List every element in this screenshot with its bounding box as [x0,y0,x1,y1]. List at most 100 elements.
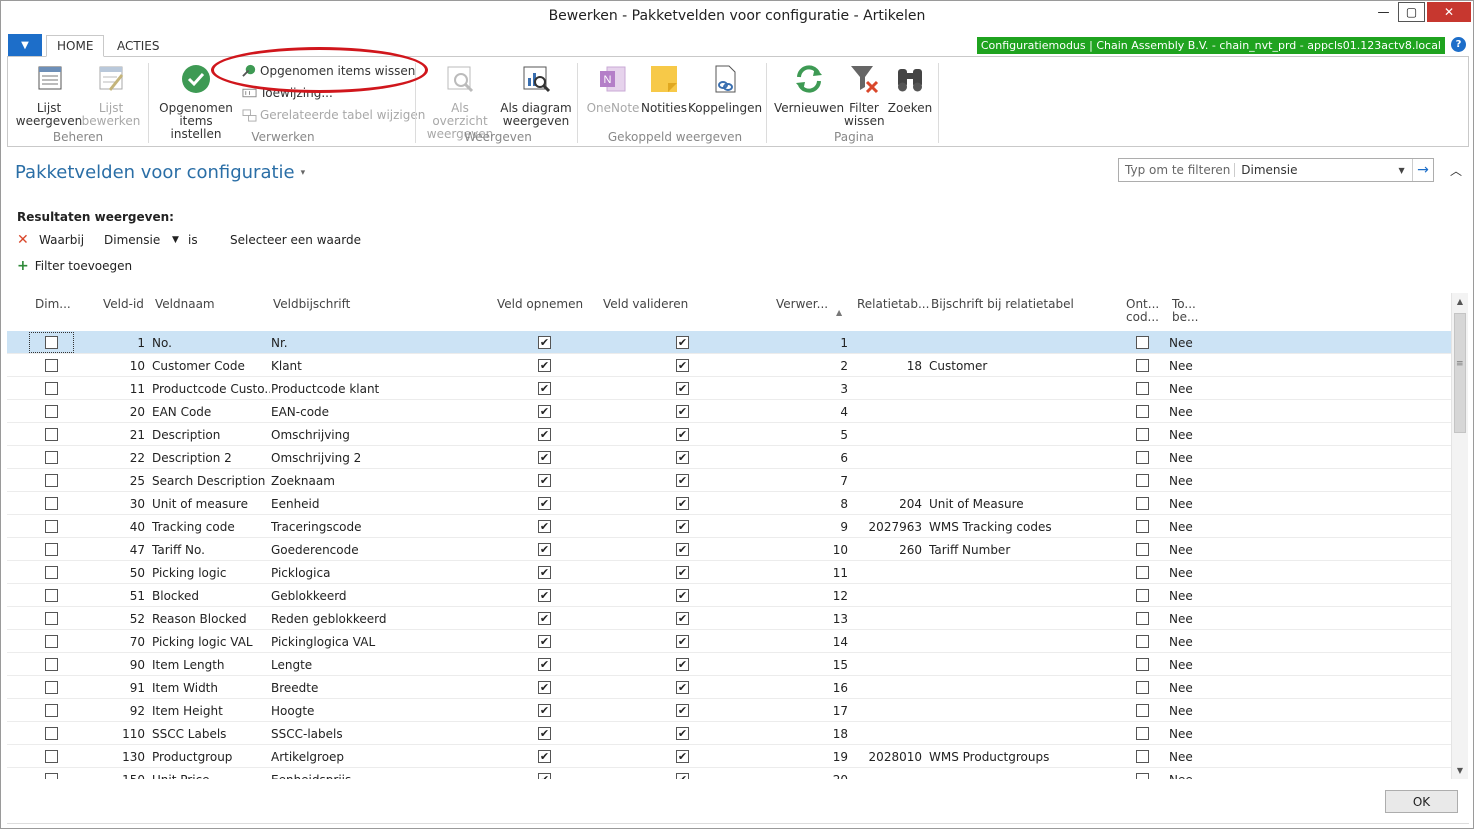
veld-valideren-checkbox[interactable]: ✔ [676,658,689,671]
filter-field-dropdown[interactable]: Dimensie [104,233,160,247]
table-row[interactable]: 150Unit PriceEenheidsprijs✔✔20Nee [7,768,1451,779]
als-diagram-weergeven-button[interactable]: Als diagram weergeven [498,63,574,128]
dimension-checkbox[interactable] [45,336,58,349]
col-header-relatietabel[interactable]: Relatietab... [857,298,929,311]
dimension-checkbox[interactable] [45,474,58,487]
table-row[interactable]: 40 Tracking code Traceringscode ✔ ✔ 9 2027963 W… [7,515,1451,538]
veld-opnemen-checkbox[interactable]: ✔ [538,566,551,579]
col-header-verwerkingsvolgorde[interactable]: Verwer... [776,298,828,311]
table-row[interactable]: 130 Productgroup Artikelgroep ✔ ✔ 19 2028010 WM… [7,745,1451,768]
veld-opnemen-checkbox[interactable]: ✔ [538,520,551,533]
add-filter-button[interactable]: + Filter toevoegen [17,258,132,274]
filter-field-select[interactable]: Dimensie [1235,163,1398,177]
tab-home[interactable]: HOME [46,35,105,57]
ont-checkbox[interactable] [1136,612,1149,625]
table-row[interactable]: 22 Description 2 Omschrijving 2 ✔ ✔ 6 Nee [7,446,1451,469]
scroll-up-icon[interactable]: ▲ [1452,293,1468,309]
ont-checkbox[interactable] [1136,727,1149,740]
ont-checkbox[interactable] [1136,359,1149,372]
veld-opnemen-checkbox[interactable]: ✔ [538,658,551,671]
veld-valideren-checkbox[interactable]: ✔ [676,612,689,625]
veld-valideren-checkbox[interactable]: ✔ [676,704,689,717]
ont-checkbox[interactable] [1136,543,1149,556]
veld-opnemen-checkbox[interactable]: ✔ [538,359,551,372]
table-row[interactable]: 70 Picking logic VAL Pickinglogica VAL ✔ ✔ 14… [7,630,1451,653]
veld-opnemen-checkbox[interactable]: ✔ [538,589,551,602]
scroll-down-icon[interactable]: ▼ [1452,762,1468,778]
table-row[interactable]: 47 Tariff No. Goederencode ✔ ✔ 10 260 Tariff Nu… [7,538,1451,561]
ont-checkbox[interactable] [1136,681,1149,694]
ont-checkbox[interactable] [1136,658,1149,671]
table-row[interactable]: 1 No. Nr. ✔ ✔ 1 Nee [7,331,1451,354]
veld-valideren-checkbox[interactable]: ✔ [676,543,689,556]
onenote-button[interactable]: N OneNote [584,63,642,115]
dimension-checkbox[interactable] [45,612,58,625]
chevron-down-icon[interactable]: ▼ [1398,166,1411,175]
col-header-veld-valideren[interactable]: Veld valideren [603,298,688,311]
veld-valideren-checkbox[interactable]: ✔ [676,428,689,441]
table-row[interactable]: 110 SSCC Labels SSCC-labels ✔ ✔ 18 Nee [7,722,1451,745]
search-filter-box[interactable]: Typ om te filteren (... Dimensie ▼ → [1118,158,1434,182]
veld-valideren-checkbox[interactable]: ✔ [676,727,689,740]
dimension-checkbox[interactable] [45,566,58,579]
table-row[interactable]: 90 Item Length Lengte ✔ ✔ 15 Nee [7,653,1451,676]
veld-opnemen-checkbox[interactable]: ✔ [538,612,551,625]
maximize-button[interactable]: ▢ [1398,2,1425,22]
col-header-bijschrift-relatietabel[interactable]: Bijschrift bij relatietabel [931,298,1074,311]
veld-opnemen-checkbox[interactable]: ✔ [538,635,551,648]
dimension-checkbox[interactable] [45,543,58,556]
dimension-checkbox[interactable] [45,451,58,464]
dimension-checkbox[interactable] [45,704,58,717]
dimension-checkbox[interactable] [45,681,58,694]
veld-opnemen-checkbox[interactable]: ✔ [538,497,551,510]
veld-opnemen-checkbox[interactable]: ✔ [538,704,551,717]
col-header-dim[interactable]: Dim... [35,298,71,311]
lijst-weergeven-button[interactable]: Lijst weergeven [14,63,84,128]
help-icon[interactable]: ? [1451,37,1466,52]
col-header-veld-id[interactable]: Veld-id [103,298,144,311]
dimension-checkbox[interactable] [45,405,58,418]
veld-valideren-checkbox[interactable]: ✔ [676,474,689,487]
veld-valideren-checkbox[interactable]: ✔ [676,336,689,349]
veld-opnemen-checkbox[interactable]: ✔ [538,428,551,441]
veld-valideren-checkbox[interactable]: ✔ [676,589,689,602]
ont-checkbox[interactable] [1136,428,1149,441]
filter-value-input[interactable]: Selecteer een waarde [230,233,361,247]
ont-checkbox[interactable] [1136,750,1149,763]
dimension-checkbox[interactable] [45,750,58,763]
ont-checkbox[interactable] [1136,704,1149,717]
collapse-icon[interactable]: ︿ [1450,162,1462,179]
tab-acties[interactable]: ACTIES [107,35,169,57]
vernieuwen-button[interactable]: Vernieuwen [774,63,844,115]
ont-checkbox[interactable] [1136,405,1149,418]
table-row[interactable]: 52 Reason Blocked Reden geblokkeerd ✔ ✔ 13 Nee [7,607,1451,630]
veld-opnemen-checkbox[interactable]: ✔ [538,543,551,556]
table-row[interactable]: 25 Search Description Zoeknaam ✔ ✔ 7 Nee [7,469,1451,492]
dimension-checkbox[interactable] [45,497,58,510]
veld-valideren-checkbox[interactable]: ✔ [676,750,689,763]
table-row[interactable]: 30 Unit of measure Eenheid ✔ ✔ 8 204 Unit of Me… [7,492,1451,515]
veld-opnemen-checkbox[interactable]: ✔ [538,405,551,418]
notities-button[interactable]: Notities [640,63,688,115]
minimize-button[interactable]: — [1370,2,1397,22]
table-row[interactable]: 10 Customer Code Klant ✔ ✔ 2 18 Customer Nee [7,354,1451,377]
zoeken-button[interactable]: Zoeken [886,63,934,115]
ont-checkbox[interactable] [1136,497,1149,510]
dimension-checkbox[interactable] [45,589,58,602]
table-row[interactable]: 21 Description Omschrijving ✔ ✔ 5 Nee [7,423,1451,446]
application-menu-button[interactable]: ▼ [8,34,42,56]
koppelingen-button[interactable]: Koppelingen [688,63,762,115]
chevron-down-icon[interactable]: ▼ [172,235,179,245]
col-header-ont[interactable]: Ont... cod... [1126,298,1159,324]
ont-checkbox[interactable] [1136,566,1149,579]
dimension-checkbox[interactable] [45,359,58,372]
dimension-checkbox[interactable] [45,382,58,395]
table-row[interactable]: 51 Blocked Geblokkeerd ✔ ✔ 12 Nee [7,584,1451,607]
dimension-checkbox[interactable] [45,727,58,740]
ok-button[interactable]: OK [1385,790,1458,813]
veld-opnemen-checkbox[interactable]: ✔ [538,727,551,740]
dimension-checkbox[interactable] [45,658,58,671]
close-button[interactable]: ✕ [1427,2,1471,22]
veld-opnemen-checkbox[interactable]: ✔ [538,750,551,763]
veld-valideren-checkbox[interactable]: ✔ [676,359,689,372]
